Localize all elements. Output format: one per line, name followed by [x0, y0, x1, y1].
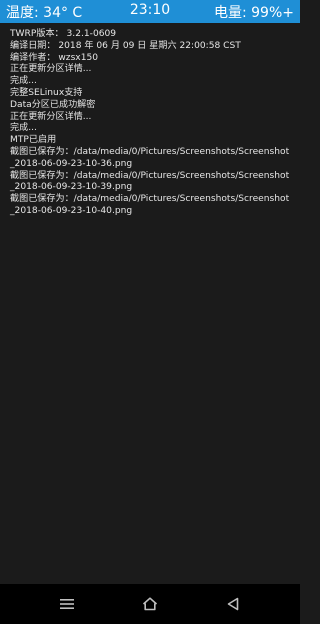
status-bar: 温度: 34° C 23:10 电量: 99%+ [0, 0, 300, 23]
console-line: Data分区已成功解密 [10, 99, 96, 110]
console-line: MTP已启用 [10, 135, 57, 146]
console-line: 正在更新分区详情... [10, 64, 92, 75]
console-line: _2018-06-09-23-10-39.png [10, 182, 133, 193]
battery-readout: 电量: 99%+ [213, 5, 294, 21]
console-line: _2018-06-09-23-10-40.png [10, 205, 133, 216]
menu-icon [60, 599, 74, 609]
console-line: 截图已保存为：/data/media/0/Pictures/Screenshot… [10, 194, 290, 205]
console-line: _2018-06-09-23-10-36.png [10, 158, 133, 169]
menu-button[interactable] [56, 594, 78, 614]
console-line: 完整SELinux支持 [10, 87, 83, 98]
console-line: 截图已保存为：/data/media/0/Pictures/Screenshot… [10, 146, 290, 157]
console-line: 截图已保存为：/data/media/0/Pictures/Screenshot… [10, 170, 290, 181]
console-log: TWRP版本： 3.2.1-0609 编译日期： 2018 年 06 月 09 … [10, 29, 296, 218]
console-line: TWRP版本： 3.2.1-0609 [10, 29, 117, 39]
console-line: 完成... [10, 123, 37, 134]
console-line: 编译作者： wzsx150 [10, 52, 99, 63]
console-line: 编译日期： 2018 年 06 月 09 日 星期六 22:00:58 CST [10, 40, 241, 51]
back-icon [227, 597, 239, 611]
back-button[interactable] [222, 594, 244, 614]
console-line: 正在更新分区详情... [10, 111, 92, 122]
home-icon [142, 597, 158, 611]
navigation-bar [0, 584, 300, 624]
home-button[interactable] [139, 594, 161, 614]
console-line: 完成... [10, 76, 37, 87]
